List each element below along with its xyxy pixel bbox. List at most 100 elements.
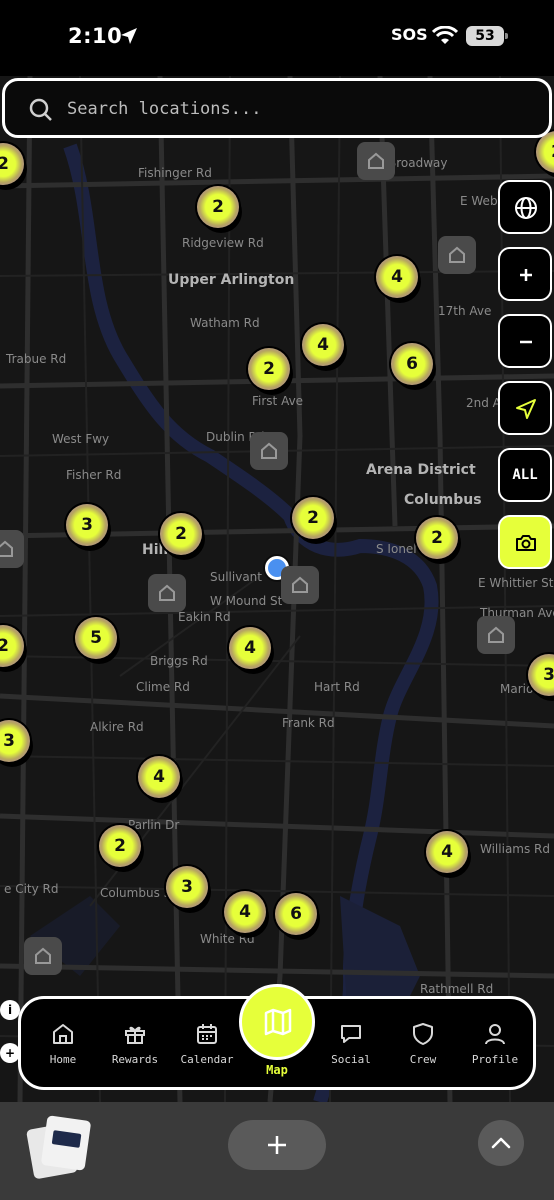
status-time: 2:10 [68,24,123,48]
map-label: Frank Rd [282,716,335,730]
map-label: Rathmell Rd [420,982,494,996]
nav-map-button[interactable] [239,984,315,1060]
shield-icon [413,1023,433,1045]
globe-button[interactable] [498,180,552,234]
locate-button[interactable] [498,381,552,435]
cluster-marker[interactable]: 3 [166,866,208,908]
nav-label: Rewards [111,1053,159,1066]
nav-label: Calendar [180,1053,234,1066]
house-icon [449,246,465,263]
house-marker[interactable] [477,616,515,654]
map-label: e City Rd [4,882,59,896]
house-marker[interactable] [281,566,319,604]
cluster-marker[interactable]: 6 [275,893,317,935]
cluster-marker[interactable]: 2 [248,348,290,390]
status-bar: 2:10 SOS 53 [0,0,554,76]
cluster-marker[interactable]: 4 [229,627,271,669]
map-label: Clime Rd [136,680,190,694]
house-icon [261,442,277,459]
map-label: Fishinger Rd [138,166,212,180]
nav-label: Profile [471,1053,519,1066]
house-marker[interactable] [438,236,476,274]
nav-home[interactable]: Home [28,1021,98,1066]
house-marker[interactable] [148,574,186,612]
show-all-button[interactable]: ALL [498,448,552,502]
map-label: W Mound St [210,594,283,608]
house-marker[interactable] [0,530,24,568]
cluster-marker[interactable]: 4 [302,324,344,366]
map-label: Ridgeview Rd [182,236,264,250]
cluster-marker[interactable]: 4 [138,756,180,798]
tabs-overview-button[interactable] [25,1115,92,1180]
map-label: Sullivant [210,570,262,584]
map-label: Columbus [404,492,482,508]
plus-icon [268,1136,286,1154]
gift-icon [125,1026,145,1044]
nav-calendar[interactable]: Calendar [172,1021,242,1066]
cluster-marker[interactable]: 2 [197,186,239,228]
cluster-marker[interactable]: 5 [75,617,117,659]
cluster-marker[interactable]: 6 [391,343,433,385]
scroll-up-button[interactable] [478,1120,524,1166]
cluster-marker[interactable]: 2 [416,517,458,559]
map-label: First Ave [252,394,304,408]
zoom-in-button[interactable] [498,247,552,301]
tab-preview [40,1115,92,1171]
map-label: Upper Arlington [168,272,295,288]
map-label: Broadway [388,156,448,170]
map-label: 17th Ave [438,304,492,318]
map-label: Columbus S [100,886,172,900]
nav-rewards[interactable]: Rewards [100,1021,170,1066]
status-sos: SOS [391,25,428,44]
cluster-marker[interactable]: 2 [292,497,334,539]
camera-button[interactable] [498,515,552,569]
globe-icon [515,197,537,219]
nav-social[interactable]: Social [316,1021,386,1066]
house-icon [159,584,175,601]
cluster-marker[interactable]: 2 [160,513,202,555]
home-icon [53,1024,73,1044]
house-marker[interactable] [24,937,62,975]
user-icon [485,1024,505,1045]
cluster-marker[interactable]: 4 [426,831,468,873]
map-label: S Ionel [376,542,417,556]
nav-crew[interactable]: Crew [388,1021,458,1066]
nav-map-label: Map [266,1063,288,1077]
chevron-up-icon [491,1137,511,1149]
house-icon [35,947,51,964]
map-label: Parlin Dr [128,818,180,832]
map-label: West Fwy [52,432,110,446]
map-label: Arena District [366,462,476,478]
house-marker[interactable] [357,142,395,180]
house-icon [0,540,13,557]
wifi-icon [432,26,458,44]
map-view[interactable]: Broadway Fishinger Rd E Weber Ridgeview … [0,76,554,1102]
map-roads [0,76,554,1102]
info-icon[interactable]: i [0,1000,20,1020]
search-bar[interactable] [2,78,552,138]
new-tab-button[interactable] [228,1120,326,1170]
add-circle-icon[interactable]: + [0,1043,20,1063]
calendar-icon [197,1024,217,1044]
nav-profile[interactable]: Profile [460,1021,530,1066]
plus-icon [520,269,532,281]
location-arrow-icon [121,28,137,44]
map-label: White Rd [200,932,255,946]
zoom-out-button[interactable] [498,314,552,368]
cluster-marker[interactable]: 2 [99,825,141,867]
navigation-arrow-icon [516,399,536,419]
cluster-marker[interactable]: 4 [224,891,266,933]
browser-toolbar [0,1102,554,1200]
house-marker[interactable] [250,432,288,470]
map-label: Briggs Rd [150,654,208,668]
cluster-marker[interactable]: 4 [376,256,418,298]
search-input[interactable] [67,95,527,123]
map-icon [264,1008,292,1036]
map-label: Williams Rd [480,842,551,856]
nav-label: Crew [409,1053,437,1066]
house-icon [368,152,384,169]
map-label: E Whittier St [478,576,554,590]
map-label: Hart Rd [314,680,360,694]
nav-label: Home [49,1053,77,1066]
cluster-marker[interactable]: 3 [66,504,108,546]
